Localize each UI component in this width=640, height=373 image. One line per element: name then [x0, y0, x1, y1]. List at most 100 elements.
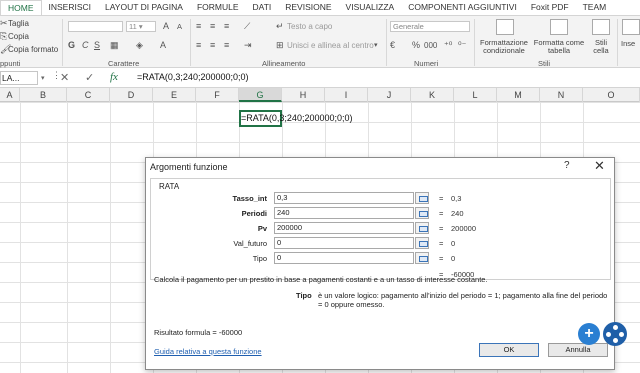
cut-button[interactable]: Taglia — [8, 19, 29, 28]
column-header[interactable]: F — [196, 88, 239, 102]
column-header[interactable]: C — [67, 88, 110, 102]
arg-input-tasso-int[interactable]: 0,3 — [274, 192, 414, 204]
column-header[interactable]: M — [497, 88, 540, 102]
shrink-font-button[interactable]: A — [177, 22, 182, 31]
insert-cells-icon — [622, 19, 640, 35]
indent-icon[interactable]: ⇥ — [244, 40, 252, 51]
tab-visualizza[interactable]: VISUALIZZA — [339, 0, 402, 15]
function-arguments-dialog: Argomenti funzione ? ✕ RATA Tasso_int 0,… — [145, 157, 615, 370]
column-header[interactable]: B — [20, 88, 67, 102]
collapse-dialog-icon[interactable] — [415, 237, 429, 249]
formula-input[interactable]: =RATA(0,3;240;200000;0;0) — [137, 72, 249, 82]
column-header[interactable]: D — [110, 88, 153, 102]
tab-home[interactable]: HOME — [0, 0, 42, 15]
arg-result-tipo: 0 — [451, 254, 456, 263]
group-label-alignment: Allineamento — [262, 59, 306, 68]
currency-icon[interactable]: € — [390, 40, 395, 50]
cell-formula-text: =RATA(0,3;240;200000;0;0) — [241, 113, 353, 123]
close-button[interactable]: ✕ — [594, 158, 605, 174]
column-header[interactable]: A — [0, 88, 20, 102]
equals-sign: = — [439, 209, 444, 218]
align-middle-icon[interactable]: ≡ — [210, 21, 215, 31]
tab-revisione[interactable]: REVISIONE — [278, 0, 338, 15]
column-header[interactable]: H — [282, 88, 325, 102]
arg-input-periodi[interactable]: 240 — [274, 207, 414, 219]
tab-formule[interactable]: FORMULE — [190, 0, 246, 15]
ok-button[interactable]: OK — [479, 343, 539, 357]
arg-value: 200000 — [277, 223, 303, 232]
font-name-combo[interactable] — [68, 21, 123, 32]
name-box[interactable]: LA... — [0, 71, 38, 85]
arg-result-periodi: 240 — [451, 209, 464, 218]
merge-center-button[interactable]: Unisci e allinea al centro — [287, 41, 374, 50]
align-top-icon[interactable]: ≡ — [196, 21, 201, 31]
enter-icon[interactable]: ✓ — [85, 71, 94, 84]
column-header[interactable]: N — [540, 88, 583, 102]
tab-layout[interactable]: LAYOUT DI PAGINA — [98, 0, 190, 15]
decrease-decimal-icon[interactable]: ⁰⁻ — [458, 40, 466, 51]
arg-value: 0,3 — [277, 193, 288, 202]
align-bottom-icon[interactable]: ≡ — [224, 21, 229, 31]
format-table-button[interactable]: Formatta come tabella — [532, 39, 586, 55]
underline-button[interactable]: S — [94, 40, 100, 50]
tab-componenti[interactable]: COMPONENTI AGGIUNTIVI — [401, 0, 524, 15]
arg-result-pv: 200000 — [451, 224, 477, 233]
thousands-button[interactable]: 000 — [424, 41, 437, 50]
plus-icon: + — [578, 323, 600, 345]
column-header[interactable]: I — [325, 88, 368, 102]
merge-dropdown-icon[interactable]: ▾ — [374, 41, 378, 49]
collapse-dialog-icon[interactable] — [415, 252, 429, 264]
column-header[interactable]: L — [454, 88, 497, 102]
font-color-icon[interactable]: A — [160, 40, 166, 50]
arg-input-tipo[interactable]: 0 — [274, 252, 414, 264]
arg-label-pv: Pv — [257, 224, 267, 233]
insert-button[interactable]: Inse — [621, 39, 635, 48]
copy-button[interactable]: Copia — [8, 32, 29, 41]
align-center-icon[interactable]: ≡ — [210, 40, 215, 50]
orientation-icon[interactable]: ⟋ — [244, 21, 250, 32]
border-icon[interactable]: ▦ — [110, 40, 119, 51]
collapse-dialog-icon[interactable] — [415, 192, 429, 204]
arg-value: 240 — [277, 208, 290, 217]
wrap-text-icon: ↵ — [276, 21, 284, 31]
wrap-text-button[interactable]: Testo a capo — [287, 22, 332, 31]
divider — [190, 19, 191, 66]
name-box-dropdown-icon[interactable]: ▾ — [41, 74, 45, 82]
increase-decimal-icon[interactable]: ⁺⁰ — [444, 40, 452, 51]
help-button[interactable]: ? — [564, 160, 570, 171]
collapse-dialog-icon[interactable] — [415, 222, 429, 234]
column-header[interactable]: K — [411, 88, 454, 102]
arg-input-val-futuro[interactable]: 0 — [274, 237, 414, 249]
format-painter-button[interactable]: Copia formato — [8, 45, 58, 54]
number-format-value: Generale — [393, 22, 424, 31]
cancel-button[interactable]: Annulla — [548, 343, 608, 357]
group-label-clipboard: ppunti — [0, 59, 21, 68]
column-header[interactable]: E — [153, 88, 196, 102]
fill-color-icon[interactable]: ◈ — [136, 40, 143, 51]
collapse-dialog-icon[interactable] — [415, 207, 429, 219]
italic-button[interactable]: C — [82, 40, 89, 50]
column-header[interactable]: J — [368, 88, 411, 102]
column-header-selected[interactable]: G — [239, 88, 282, 102]
tab-dati[interactable]: DATI — [246, 0, 279, 15]
conditional-format-button[interactable]: Formattazione condizionale — [478, 39, 530, 55]
cancel-icon[interactable]: ✕ — [60, 71, 69, 84]
tab-inserisci[interactable]: INSERISCI — [42, 0, 99, 15]
bold-button[interactable]: G — [68, 40, 75, 50]
number-format-combo[interactable]: Generale — [390, 21, 470, 32]
insert-function-button[interactable]: fx — [110, 71, 118, 83]
column-header[interactable]: O — [583, 88, 640, 102]
column-headers: A B C D E F G H I J K L M N O — [0, 88, 640, 102]
help-link[interactable]: Guida relativa a questa funzione — [154, 347, 262, 356]
divider — [474, 19, 475, 66]
tab-team[interactable]: TEAM — [576, 0, 614, 15]
cell-styles-button[interactable]: Stili cella — [588, 39, 614, 55]
percent-button[interactable]: % — [412, 40, 420, 50]
format-table-icon — [550, 19, 568, 35]
align-left-icon[interactable]: ≡ — [196, 40, 201, 50]
align-right-icon[interactable]: ≡ — [224, 40, 229, 50]
grow-font-button[interactable]: A — [163, 21, 169, 31]
font-size-combo[interactable]: 11 ▾ — [126, 21, 156, 32]
arg-input-pv[interactable]: 200000 — [274, 222, 414, 234]
tab-foxit[interactable]: Foxit PDF — [524, 0, 576, 15]
